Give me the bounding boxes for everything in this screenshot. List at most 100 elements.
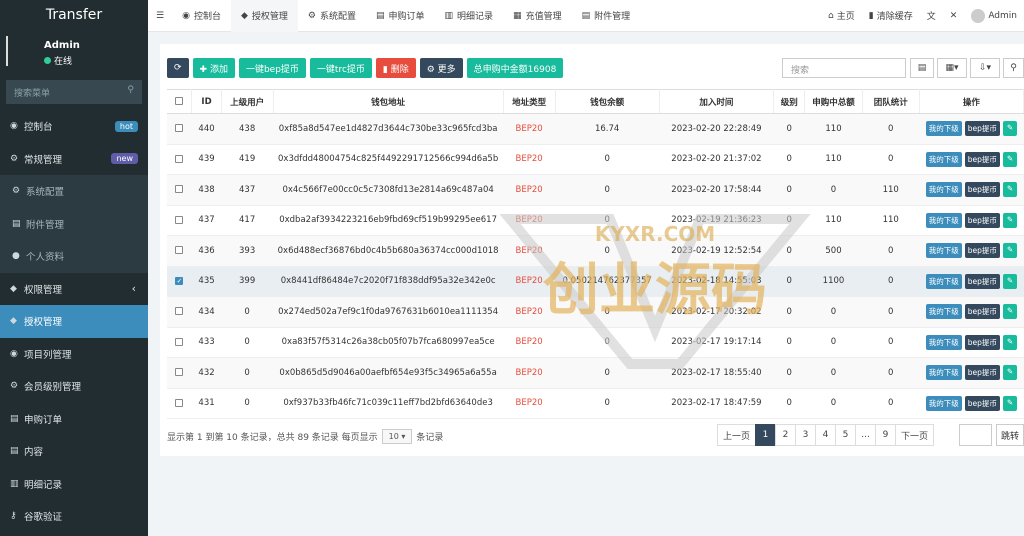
table-row[interactable]: 438 437 0x4c566f7e00cc0c5c7308fd13e2814a69…: [167, 174, 1024, 206]
sidebar-item-12[interactable]: ⚷ 谷歌验证: [0, 500, 148, 533]
bep-withdraw-row-button[interactable]: bep提币: [964, 273, 1000, 289]
my-subordinates-button[interactable]: 我的下级: [925, 212, 962, 228]
sidebar-item-5[interactable]: ◆ 权限管理 ‹: [0, 273, 148, 306]
sidebar-item-1[interactable]: ⚙ 常规管理 new: [0, 143, 148, 176]
advanced-search-button[interactable]: ⚲: [1003, 58, 1024, 78]
page-link[interactable]: 下一页: [895, 424, 935, 446]
page-jump-button[interactable]: 跳转: [996, 424, 1024, 446]
delete-button[interactable]: ▮ 删除: [375, 58, 416, 78]
sidebar-item-2[interactable]: ⚙ 系统配置: [0, 175, 148, 208]
column-header[interactable]: 申购中总额: [804, 89, 863, 114]
row-checkbox[interactable]: [175, 368, 184, 377]
column-header[interactable]: 钱包余额: [555, 89, 660, 114]
total-purchase-button[interactable]: 总申购中金额16908: [466, 58, 564, 78]
bep-withdraw-row-button[interactable]: bep提币: [964, 304, 1000, 320]
edit-pencil-icon[interactable]: ✎: [1002, 243, 1018, 259]
table-search-input[interactable]: 搜索: [782, 58, 906, 78]
table-row[interactable]: 433 0 0xa83f57f5314c26a38cb05f07b7fca68099…: [167, 327, 1024, 358]
table-row[interactable]: 431 0 0xf937b33fb46fc71c039c11eff7bd2bfd63…: [167, 388, 1024, 419]
my-subordinates-button[interactable]: 我的下级: [925, 243, 962, 259]
table-row[interactable]: 432 0 0x0b865d5d9046a00aefbf654e93f5c34965…: [167, 357, 1024, 389]
sidebar-item-8[interactable]: ⚙ 会员级别管理: [0, 370, 148, 403]
edit-pencil-icon[interactable]: ✎: [1002, 121, 1018, 137]
column-header[interactable]: 团队统计: [862, 89, 920, 114]
page-link[interactable]: ...: [855, 424, 877, 446]
row-checkbox[interactable]: [175, 337, 184, 346]
bep-withdraw-row-button[interactable]: bep提币: [964, 121, 1000, 137]
sidebar-item-7[interactable]: ◉ 项目列管理: [0, 338, 148, 371]
page-link[interactable]: 9: [875, 424, 897, 446]
more-button[interactable]: ⚙ 更多: [419, 58, 463, 78]
column-header[interactable]: 钱包地址: [273, 89, 504, 114]
row-checkbox[interactable]: [175, 185, 184, 194]
edit-pencil-icon[interactable]: ✎: [1002, 395, 1018, 411]
my-subordinates-button[interactable]: 我的下级: [925, 334, 962, 350]
row-checkbox[interactable]: [175, 398, 184, 407]
bep-withdraw-row-button[interactable]: bep提币: [964, 334, 1000, 350]
page-link[interactable]: 3: [795, 424, 817, 446]
sidebar-item-10[interactable]: ▤ 内容: [0, 435, 148, 468]
bep-withdraw-row-button[interactable]: bep提币: [964, 182, 1000, 198]
my-subordinates-button[interactable]: 我的下级: [925, 304, 962, 320]
my-subordinates-button[interactable]: 我的下级: [925, 365, 962, 381]
column-header[interactable]: ID: [191, 89, 222, 114]
menu-search-input[interactable]: 搜索菜单 ⚲: [6, 80, 142, 104]
bep-withdraw-button[interactable]: 一键bep提币: [238, 58, 306, 78]
my-subordinates-button[interactable]: 我的下级: [925, 182, 962, 198]
select-all-checkbox[interactable]: [175, 97, 184, 105]
tab-2[interactable]: ⚙ 系统配置: [298, 0, 366, 32]
page-link[interactable]: 4: [815, 424, 837, 446]
column-header[interactable]: 加入时间: [659, 89, 775, 114]
column-header[interactable]: 地址类型: [503, 89, 556, 114]
my-subordinates-button[interactable]: 我的下级: [925, 121, 962, 137]
column-header[interactable]: 级别: [773, 89, 806, 114]
table-row[interactable]: 439 419 0x3dfdd48004754c825f4492291712566c…: [167, 144, 1024, 175]
row-checkbox[interactable]: [175, 246, 184, 255]
row-checkbox[interactable]: [175, 215, 184, 224]
edit-pencil-icon[interactable]: ✎: [1002, 212, 1018, 228]
sidebar-item-4[interactable]: ● 个人资料: [0, 240, 148, 273]
row-checkbox[interactable]: [175, 154, 184, 163]
toggle-view-button[interactable]: ▤: [910, 58, 934, 78]
bep-withdraw-row-button[interactable]: bep提币: [964, 365, 1000, 381]
table-row[interactable]: 434 0 0x274ed502a7ef9c1f0da9767631b6010ea1…: [167, 296, 1024, 328]
brand-logo[interactable]: Transfer: [0, 0, 148, 32]
page-link[interactable]: 上一页: [717, 424, 757, 446]
refresh-button[interactable]: ⟳: [167, 58, 189, 78]
column-header[interactable]: 操作: [919, 89, 1024, 114]
edit-pencil-icon[interactable]: ✎: [1002, 182, 1018, 198]
bep-withdraw-row-button[interactable]: bep提币: [964, 243, 1000, 259]
navbar-translate-button[interactable]: 文: [920, 9, 943, 22]
export-button[interactable]: ⇩▾: [970, 58, 1000, 78]
page-link[interactable]: 2: [775, 424, 797, 446]
navbar-fullscreen-button[interactable]: ✕: [943, 11, 965, 21]
columns-button[interactable]: ▦▾: [937, 58, 967, 78]
search-icon[interactable]: ⚲: [127, 85, 134, 95]
tab-4[interactable]: ▥ 明细记录: [435, 0, 504, 32]
edit-pencil-icon[interactable]: ✎: [1002, 151, 1018, 167]
row-checkbox[interactable]: [175, 307, 184, 316]
sidebar-item-6[interactable]: ◆ 授权管理: [0, 305, 148, 338]
sidebar-item-11[interactable]: ▥ 明细记录: [0, 468, 148, 501]
row-checkbox[interactable]: ✓: [175, 276, 184, 285]
menu-toggle-icon[interactable]: ☰: [148, 0, 172, 32]
my-subordinates-button[interactable]: 我的下级: [925, 273, 962, 289]
bep-withdraw-row-button[interactable]: bep提币: [964, 212, 1000, 228]
navbar-trash-button[interactable]: ▮ 清除缓存: [862, 9, 920, 23]
navbar-home-button[interactable]: ⌂ 主页: [821, 9, 862, 23]
tab-3[interactable]: ▤ 申购订单: [366, 0, 435, 32]
edit-pencil-icon[interactable]: ✎: [1002, 304, 1018, 320]
sidebar-item-9[interactable]: ▤ 申购订单: [0, 403, 148, 436]
edit-pencil-icon[interactable]: ✎: [1002, 365, 1018, 381]
sidebar-item-3[interactable]: ▤ 附件管理: [0, 207, 148, 240]
sidebar-item-0[interactable]: ◉ 控制台 hot: [0, 110, 148, 143]
row-checkbox[interactable]: [175, 124, 184, 133]
bep-withdraw-row-button[interactable]: bep提币: [964, 395, 1000, 411]
table-row[interactable]: 440 438 0xf85a8d547ee1d4827d3644c730be33c9…: [167, 113, 1024, 145]
add-button[interactable]: ✚ 添加: [192, 58, 235, 78]
page-jump-input[interactable]: [959, 424, 992, 446]
table-row[interactable]: ✓ 435 399 0x8441df86484e7c2020f71f838ddf95a…: [167, 266, 1024, 297]
trc-withdraw-button[interactable]: 一键trc提币: [309, 58, 372, 78]
tab-6[interactable]: ▤ 附件管理: [572, 0, 641, 32]
tab-1[interactable]: ◆ 授权管理: [230, 0, 298, 32]
